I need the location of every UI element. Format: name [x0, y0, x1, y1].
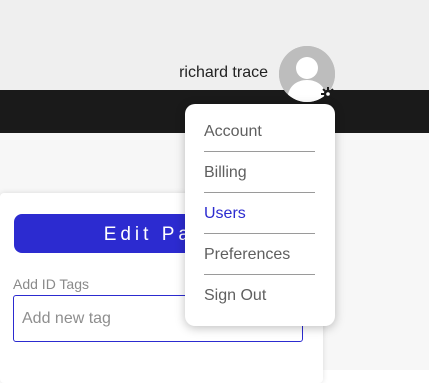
menu-item-preferences[interactable]: Preferences	[204, 234, 315, 275]
gear-icon[interactable]	[320, 86, 336, 102]
menu-item-sign-out[interactable]: Sign Out	[204, 275, 315, 316]
menu-item-account[interactable]: Account	[204, 111, 315, 152]
menu-item-billing[interactable]: Billing	[204, 152, 315, 193]
user-dropdown-menu: Account Billing Users Preferences Sign O…	[185, 104, 335, 326]
tags-label: Add ID Tags	[13, 276, 90, 292]
menu-item-users[interactable]: Users	[204, 193, 315, 234]
user-name[interactable]: richard trace	[179, 64, 268, 82]
